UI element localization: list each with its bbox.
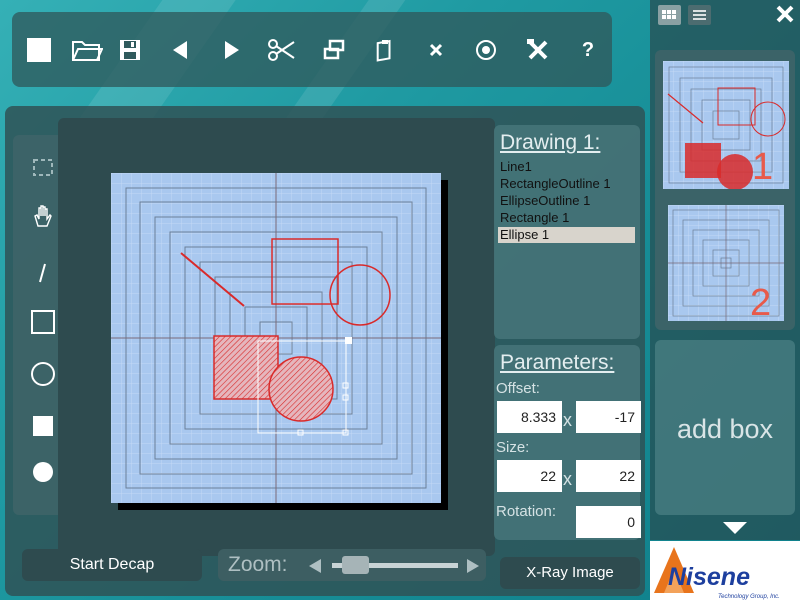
layer-item[interactable]: Line1 — [498, 159, 635, 175]
undo-icon[interactable] — [164, 34, 196, 66]
drawing-canvas[interactable] — [111, 173, 441, 503]
page-thumbnail-1[interactable]: 1 — [663, 61, 789, 190]
new-icon[interactable] — [23, 34, 55, 66]
tools-icon[interactable] — [522, 34, 554, 66]
redo-icon[interactable] — [216, 34, 248, 66]
help-icon[interactable]: ? — [572, 34, 604, 66]
xray-image-button[interactable]: X-Ray Image — [500, 557, 640, 589]
paste-icon[interactable] — [369, 34, 401, 66]
layer-item[interactable]: RectangleOutline 1 — [498, 176, 635, 192]
grid-view-icon[interactable] — [658, 5, 681, 25]
size-label: Size: — [496, 439, 530, 456]
save-icon[interactable] — [114, 34, 146, 66]
layer-item[interactable]: Rectangle 1 — [498, 210, 635, 226]
offset-y-field[interactable]: -17 — [576, 401, 641, 433]
cut-icon[interactable] — [266, 34, 298, 66]
line-tool-icon[interactable] — [27, 257, 59, 289]
nisene-logo: Nisene Technology Group, Inc. — [654, 547, 780, 600]
ellipse-outline-icon[interactable] — [27, 358, 59, 390]
offset-label: Offset: — [496, 380, 540, 397]
logo-tagline: Technology Group, Inc. — [718, 594, 780, 600]
thumbnail-2-number: 2 — [750, 282, 771, 321]
zoom-right-arrow-icon[interactable] — [466, 558, 480, 579]
close-icon[interactable] — [775, 4, 795, 29]
layer-item-selected[interactable]: Ellipse 1 — [498, 227, 635, 243]
start-decap-button[interactable]: Start Decap — [22, 549, 202, 581]
delete-icon[interactable] — [420, 34, 452, 66]
drawing-heading: Drawing 1: — [500, 131, 601, 154]
thumbnail-1-preview: 1 — [663, 61, 789, 190]
size-width-field[interactable]: 22 — [497, 460, 562, 492]
copy-icon[interactable] — [318, 34, 350, 66]
thumbnail-2-preview: 2 — [668, 205, 784, 324]
rotate-handle[interactable] — [345, 337, 352, 344]
layer-item[interactable]: EllipseOutline 1 — [498, 193, 635, 209]
marquee-select-icon[interactable] — [27, 152, 59, 184]
rotation-label: Rotation: — [496, 503, 557, 520]
hand-pan-icon[interactable] — [27, 200, 59, 232]
target-icon[interactable] — [470, 34, 502, 66]
scroll-down-arrow-icon[interactable] — [722, 521, 748, 540]
filled-ellipse-icon[interactable] — [27, 456, 59, 488]
logo-name: Nisene — [668, 563, 750, 591]
rotation-field[interactable]: 0 — [576, 506, 641, 538]
zoom-slider-thumb[interactable] — [341, 556, 369, 574]
open-folder-icon[interactable] — [71, 34, 103, 66]
filled-rectangle-icon[interactable] — [27, 410, 59, 442]
toolbar: ? — [12, 12, 612, 87]
zoom-label: Zoom: — [228, 553, 288, 576]
size-height-field[interactable]: 22 — [576, 460, 641, 492]
page-thumbnail-2[interactable]: 2 — [668, 205, 784, 324]
zoom-left-arrow-icon[interactable] — [308, 558, 322, 579]
rectangle-outline-icon[interactable] — [27, 306, 59, 338]
drawing-svg — [111, 173, 441, 503]
size-separator: x — [563, 469, 572, 489]
logo-area: Nisene Technology Group, Inc. — [650, 541, 800, 600]
thumbnail-1-number: 1 — [752, 146, 773, 188]
offset-x-field[interactable]: 8.333 — [497, 401, 562, 433]
parameters-heading: Parameters: — [500, 351, 615, 374]
list-view-icon[interactable] — [688, 5, 711, 25]
offset-x-separator: x — [563, 410, 572, 430]
shape-ellipse[interactable] — [268, 356, 334, 422]
add-box-label: add box — [676, 414, 774, 444]
